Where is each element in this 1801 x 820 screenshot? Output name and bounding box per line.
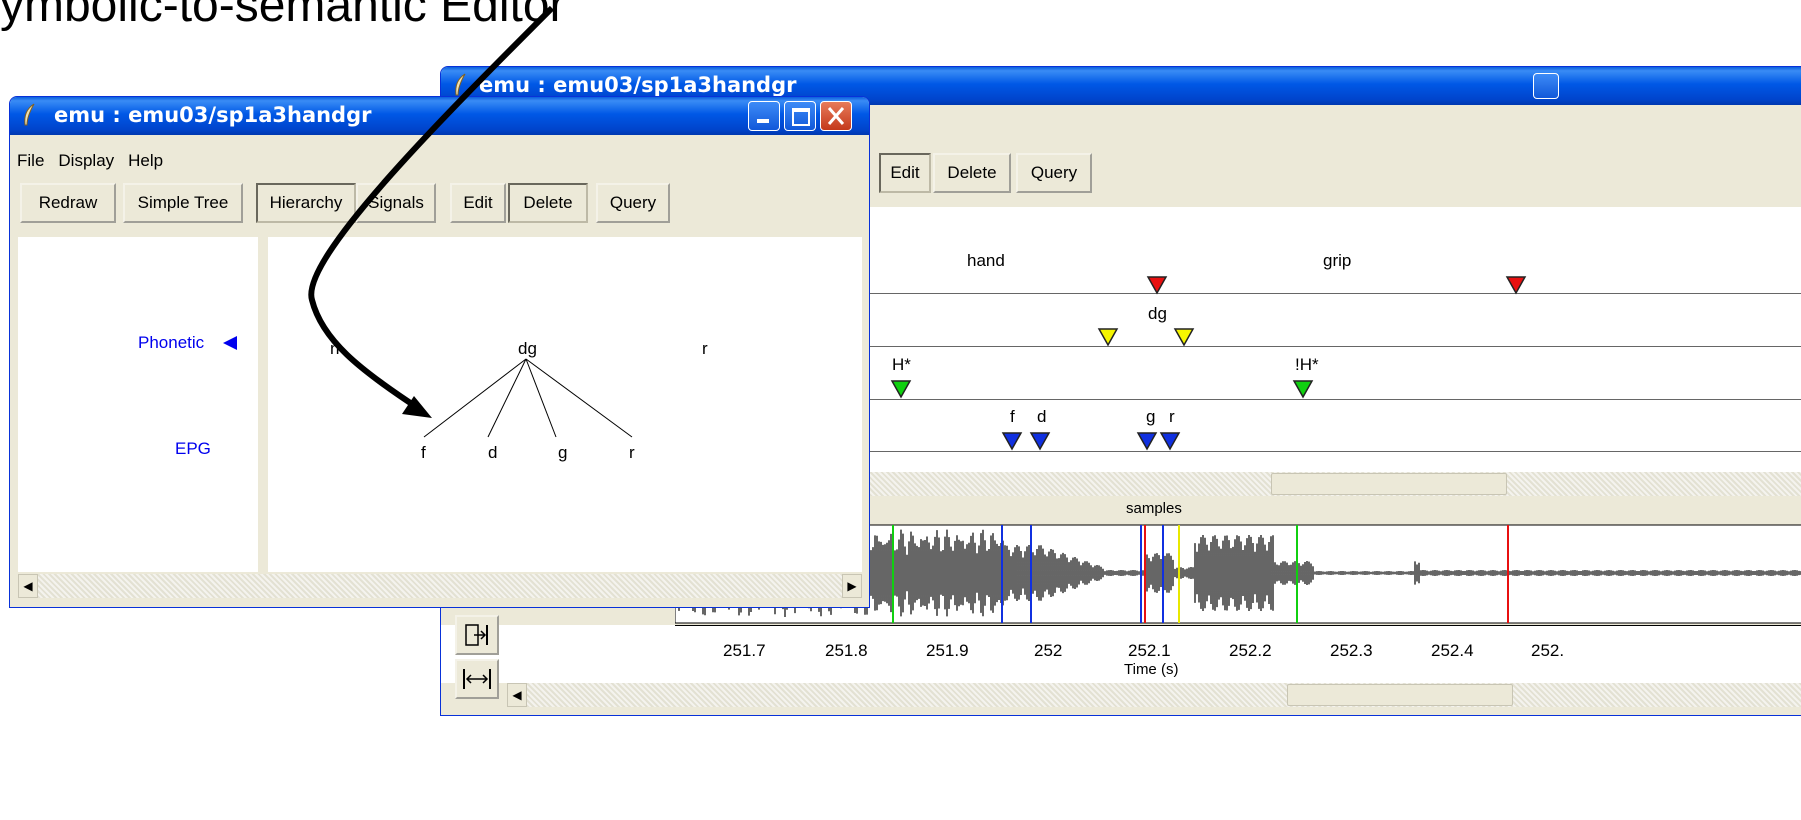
- green-marker: [1292, 380, 1314, 399]
- tree-leaf-node[interactable]: g: [558, 443, 567, 463]
- time-axis: 251.7 251.8 251.9 252 252.1 252.2 252.3 …: [441, 625, 1801, 683]
- tick-label: 252: [1034, 641, 1063, 660]
- hierarchy-window-title: emu : emu03/sp1a3handgr: [54, 103, 372, 127]
- yellow-marker: [1173, 328, 1195, 347]
- scroll-left-icon[interactable]: ◀: [18, 574, 38, 598]
- time-scrollbar[interactable]: ◀: [507, 683, 1801, 707]
- tick-label: 251.9: [926, 641, 969, 660]
- hierarchy-window: emu : emu03/sp1a3handgr File Display Help …: [9, 96, 870, 608]
- blue-marker: [1001, 432, 1023, 451]
- minimize-button[interactable]: [748, 101, 780, 131]
- blue-marker: [1029, 432, 1051, 451]
- epg-tier-label[interactable]: EPG: [175, 439, 211, 459]
- pointer-left-icon: [223, 336, 237, 350]
- hierarchy-menubar: File Display Help: [10, 147, 869, 173]
- tick-label: 251.7: [723, 641, 766, 660]
- redraw-button[interactable]: Redraw: [20, 183, 116, 223]
- delete-button[interactable]: Delete: [933, 153, 1011, 193]
- tick-label: 252.3: [1330, 641, 1373, 660]
- signal-window-title: emu : emu03/sp1a3handgr: [479, 73, 797, 97]
- blue-marker: [1136, 432, 1158, 451]
- delete-button[interactable]: Delete: [508, 183, 588, 223]
- tree-root-node[interactable]: dg: [518, 339, 537, 359]
- axis-title: Time (s): [1124, 661, 1179, 678]
- tree-node[interactable]: r: [702, 339, 708, 359]
- close-icon: [827, 107, 845, 125]
- hierarchy-window-titlebar[interactable]: emu : emu03/sp1a3handgr: [10, 97, 869, 135]
- tick-label: 252.: [1531, 641, 1565, 660]
- zoom-out-icon[interactable]: [455, 659, 499, 699]
- hierarchy-canvas[interactable]: n dg r f d g r: [268, 237, 862, 572]
- minimize-button[interactable]: [1533, 73, 1559, 99]
- menu-help[interactable]: Help: [121, 147, 170, 171]
- hierarchy-toolbar: Redraw Simple Tree Hierarchy Signals Edi…: [10, 177, 869, 227]
- phonetic-tier-label[interactable]: Phonetic: [138, 333, 204, 353]
- tick-label: 252.4: [1431, 641, 1474, 660]
- simple-tree-button[interactable]: Simple Tree: [123, 183, 243, 223]
- tick-label: 252.2: [1229, 641, 1272, 660]
- zoom-to-selection-icon[interactable]: [455, 615, 499, 655]
- close-button[interactable]: [820, 101, 852, 131]
- tier-label-panel: Phonetic EPG: [18, 237, 258, 572]
- scroll-thumb[interactable]: [1287, 684, 1513, 706]
- query-button[interactable]: Query: [596, 183, 670, 223]
- blue-marker: [1159, 432, 1181, 451]
- feather-icon: [455, 73, 466, 96]
- tick-label: 251.8: [825, 641, 868, 660]
- scroll-left-icon[interactable]: ◀: [507, 683, 527, 707]
- scroll-right-icon[interactable]: ▶: [842, 574, 862, 598]
- maximize-button[interactable]: [784, 101, 816, 131]
- tree-leaf-node[interactable]: r: [629, 443, 635, 463]
- tree-leaf-node[interactable]: d: [488, 443, 497, 463]
- menu-display[interactable]: Display: [51, 147, 121, 171]
- query-button[interactable]: Query: [1016, 153, 1092, 193]
- tree-leaf-node[interactable]: f: [421, 443, 426, 463]
- hierarchy-button[interactable]: Hierarchy: [256, 183, 356, 223]
- hierarchy-scrollbar[interactable]: ◀ ▶: [18, 574, 862, 598]
- red-marker: [1505, 276, 1527, 295]
- green-marker: [890, 380, 912, 399]
- edit-button[interactable]: Edit: [450, 183, 506, 223]
- tick-label: 252.1: [1128, 641, 1171, 660]
- feather-icon: [24, 103, 35, 126]
- yellow-marker: [1097, 328, 1119, 347]
- samples-label: samples: [1126, 500, 1182, 517]
- scroll-thumb[interactable]: [1271, 473, 1507, 495]
- red-marker: [1146, 276, 1168, 295]
- tree-node[interactable]: n: [330, 339, 339, 359]
- signals-button[interactable]: Signals: [356, 183, 436, 223]
- tree-lines: [423, 358, 633, 438]
- slide-headline: ymbolic-to-semantic Editor: [0, 0, 566, 32]
- menu-file[interactable]: File: [10, 147, 51, 171]
- edit-button[interactable]: Edit: [879, 153, 931, 193]
